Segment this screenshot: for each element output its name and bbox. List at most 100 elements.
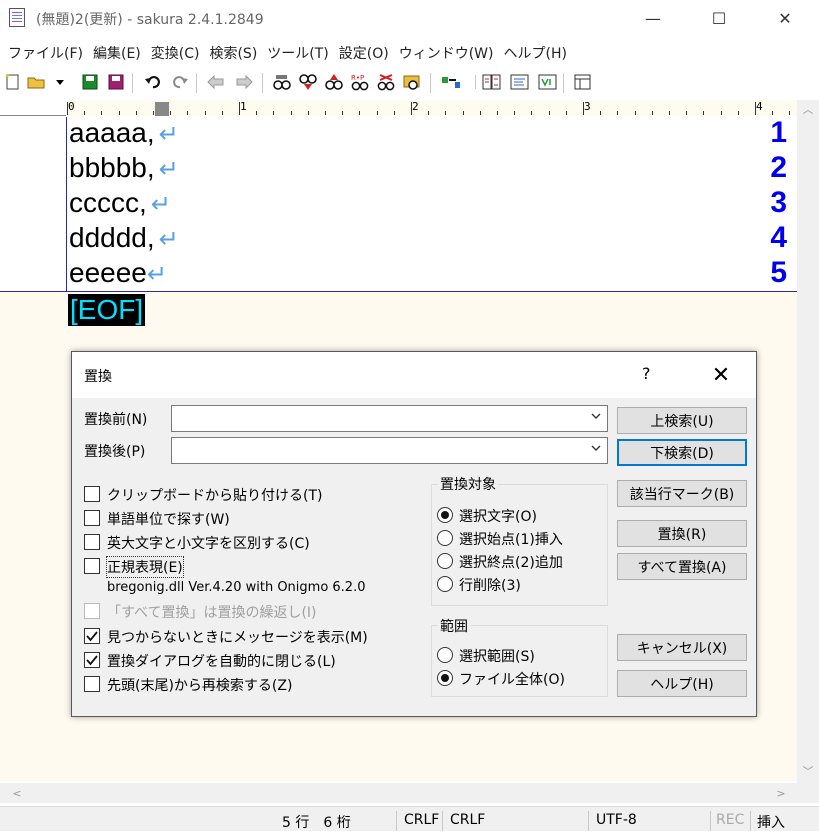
svg-text:R•P: R•P <box>351 74 364 82</box>
line-number: 4 <box>770 221 787 254</box>
scroll-up-icon[interactable]: ︿ <box>797 100 819 118</box>
ruler-tick <box>737 111 739 115</box>
line-number-gutter <box>0 117 66 292</box>
paste-clipboard-checkbox[interactable] <box>84 486 100 502</box>
replace-all-button[interactable]: すべて置換(A) <box>617 553 747 580</box>
replace-repeat-checkbox[interactable] <box>84 603 100 619</box>
replace-label: 置換後(P) <box>84 444 146 460</box>
menu-convert[interactable]: 変換(C) <box>147 40 205 66</box>
regex-label: 正規表現(E) <box>106 556 184 578</box>
cancel-button[interactable]: キャンセル(X) <box>617 634 747 661</box>
menu-search[interactable]: 検索(S) <box>205 40 262 66</box>
replace-icon[interactable]: R•P <box>350 72 370 92</box>
ruler-tick <box>565 111 567 115</box>
ruler-tick <box>462 111 464 115</box>
target-delete-line-label: 行削除(3) <box>459 578 521 594</box>
redo-icon[interactable] <box>170 72 190 92</box>
open-folder-icon[interactable] <box>27 72 47 92</box>
eof-marker: [EOF] <box>68 294 146 326</box>
grep-icon[interactable] <box>402 72 422 92</box>
scroll-right-icon[interactable]: > <box>772 784 790 802</box>
open-dropdown-icon[interactable] <box>53 72 67 92</box>
ruler-tick <box>445 111 447 115</box>
regex-checkbox[interactable] <box>84 558 100 574</box>
ruler-label: 3 <box>584 100 591 113</box>
jump-back-icon[interactable] <box>206 72 226 92</box>
scroll-down-icon[interactable]: ﹀ <box>797 762 819 780</box>
help-button[interactable]: ヘルプ(H) <box>617 670 747 697</box>
line-content: eeeee <box>69 257 147 288</box>
compare-icon[interactable] <box>481 72 501 92</box>
tag-jump-icon[interactable] <box>440 72 460 92</box>
function-list-icon[interactable] <box>537 72 557 92</box>
search-up-button[interactable]: 上検索(U) <box>617 407 747 434</box>
menu-help[interactable]: ヘルプ(H) <box>500 40 572 66</box>
outline-icon[interactable] <box>509 72 529 92</box>
ruler-tick <box>307 111 309 115</box>
ruler-tick <box>153 111 154 115</box>
toolbar-separator <box>132 73 133 93</box>
auto-close-checkbox[interactable] <box>84 652 100 668</box>
menu-edit[interactable]: 編集(E) <box>89 40 146 66</box>
find-prev-icon[interactable] <box>324 72 344 92</box>
dialog-help-button[interactable]: ? <box>642 364 651 383</box>
search-down-button[interactable]: 下検索(D) <box>617 439 747 466</box>
wrap-search-checkbox[interactable] <box>84 676 100 692</box>
find-next-icon[interactable] <box>298 72 318 92</box>
eol-code[interactable]: CRLF <box>404 812 439 828</box>
replace-dialog: 置換 ? ✕ 置換前(N) 置換後(P) クリップボードから貼り付ける(T) 単… <box>71 351 757 717</box>
target-selection-radio[interactable] <box>437 507 453 523</box>
new-file-icon[interactable] <box>3 72 23 92</box>
horizontal-scrollbar[interactable]: < > <box>0 783 797 803</box>
gutter-divider <box>66 117 67 292</box>
chevron-down-icon[interactable] <box>590 410 602 425</box>
show-not-found-checkbox[interactable] <box>84 628 100 644</box>
scope-whole-file-radio[interactable] <box>437 670 453 686</box>
scroll-left-icon[interactable]: < <box>8 784 26 802</box>
find-icon[interactable] <box>272 72 292 92</box>
text-line: ddddd, ↵ <box>69 222 179 254</box>
window-title: (無題)2(更新) - sakura 2.4.1.2849 <box>36 12 264 28</box>
find-combobox[interactable] <box>171 405 608 432</box>
eol-code-input[interactable]: CRLF <box>450 812 485 828</box>
save-all-icon[interactable] <box>106 72 126 92</box>
target-insert-start-radio[interactable] <box>437 530 453 546</box>
match-case-checkbox[interactable] <box>84 534 100 550</box>
whole-word-checkbox[interactable] <box>84 510 100 526</box>
ruler-tick <box>290 111 292 115</box>
chevron-down-icon[interactable] <box>590 442 602 457</box>
window-list-icon[interactable] <box>573 72 593 92</box>
close-button[interactable]: ✕ <box>762 0 808 36</box>
maximize-button[interactable]: ☐ <box>696 0 742 36</box>
jump-forward-icon[interactable] <box>234 72 254 92</box>
menu-window[interactable]: ウィンドウ(W) <box>395 40 499 66</box>
save-icon[interactable] <box>80 72 100 92</box>
insert-mode-indicator[interactable]: 挿入 <box>757 812 785 832</box>
encoding[interactable]: UTF-8 <box>596 812 637 828</box>
search-clear-icon[interactable] <box>376 72 396 92</box>
ruler-label: 0 <box>68 100 75 113</box>
menu-settings[interactable]: 設定(O) <box>335 40 394 66</box>
ruler-label: 2 <box>412 100 419 113</box>
ruler-tick <box>686 111 688 115</box>
undo-icon[interactable] <box>143 72 163 92</box>
minimize-button[interactable]: — <box>630 0 676 36</box>
menu-tools[interactable]: ツール(T) <box>263 40 333 66</box>
toolbar: R•P <box>0 68 819 98</box>
menu-file[interactable]: ファイル(F) <box>4 40 88 66</box>
menu-bar: ファイル(F) 編集(E) 変換(C) 検索(S) ツール(T) 設定(O) ウ… <box>0 40 819 66</box>
target-delete-line-radio[interactable] <box>437 576 453 592</box>
replace-button[interactable]: 置換(R) <box>617 520 747 547</box>
ruler-tick <box>393 111 395 115</box>
ruler-tick <box>342 111 344 115</box>
dialog-close-button[interactable]: ✕ <box>704 360 738 390</box>
linefeed-marker: ↵ <box>150 191 171 218</box>
ruler-tick <box>325 111 326 115</box>
vertical-scrollbar[interactable]: ︿ ﹀ <box>797 100 819 783</box>
mark-lines-button[interactable]: 該当行マーク(B) <box>617 480 747 507</box>
replace-combobox[interactable] <box>171 437 608 464</box>
ruler-tick <box>256 111 258 115</box>
ruler-tick <box>772 111 774 115</box>
scope-selection-radio[interactable] <box>437 647 453 663</box>
target-append-end-radio[interactable] <box>437 553 453 569</box>
